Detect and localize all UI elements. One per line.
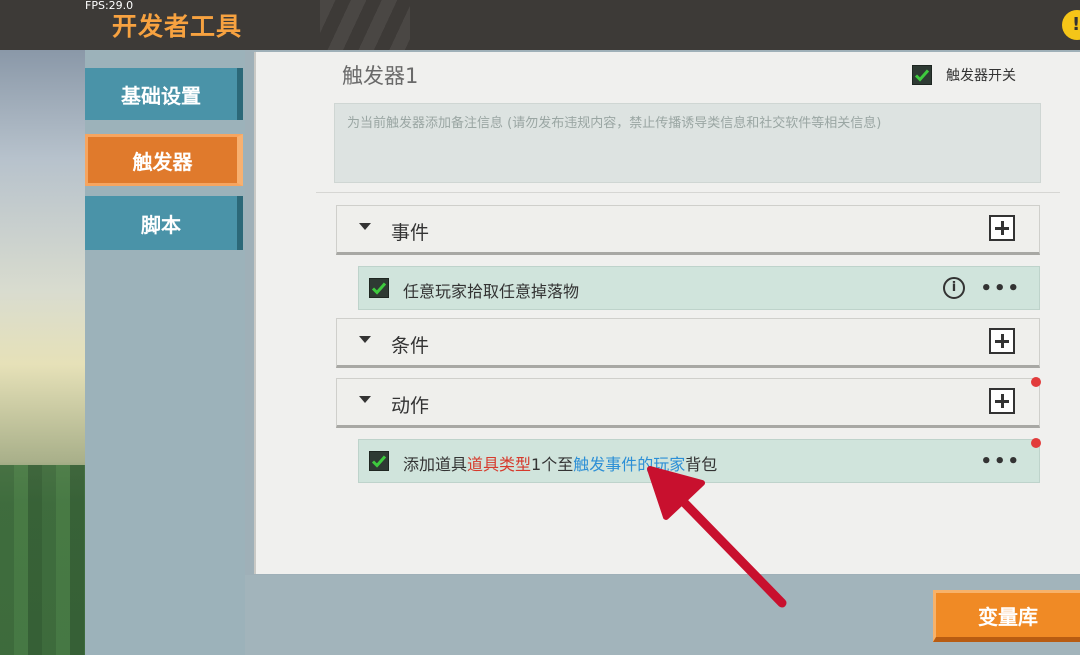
header-stripe: [320, 0, 410, 50]
sidebar-item-label: 触发器: [132, 149, 193, 174]
more-options-icon[interactable]: •••: [980, 451, 1021, 472]
sidebar-item-label: 脚本: [141, 212, 181, 237]
sidebar: 基础设置 触发器 脚本: [85, 50, 245, 655]
sidebar-item-triggers[interactable]: 触发器: [85, 134, 243, 186]
trigger-title: 触发器1: [342, 64, 419, 88]
event-section-header[interactable]: 事件: [336, 205, 1040, 255]
page-title: 开发者工具: [112, 12, 243, 41]
action-text-segment: 1个至: [531, 455, 574, 474]
top-bar: FPS:29.0 开发者工具 !: [0, 0, 1080, 50]
action-text-segment: 添加道具: [403, 455, 468, 474]
item-type-parameter[interactable]: 道具类型: [467, 455, 531, 474]
trigger-switch-label: 触发器开关: [946, 68, 1016, 84]
condition-section-label: 条件: [391, 335, 430, 357]
trigger-note-field[interactable]: 为当前触发器添加备注信息 (请勿发布违规内容，禁止传播诱导类信息和社交软件等相关…: [334, 103, 1041, 183]
trigger-switch[interactable]: 触发器开关: [912, 65, 1016, 85]
event-item-checkbox[interactable]: [369, 278, 389, 298]
sidebar-item-scripts[interactable]: 脚本: [85, 196, 243, 250]
annotation-arrow-icon: [647, 466, 787, 608]
info-icon[interactable]: i: [943, 277, 965, 299]
condition-section-header[interactable]: 条件: [336, 318, 1040, 368]
event-item[interactable]: 任意玩家拾取任意掉落物 i •••: [358, 266, 1040, 310]
action-item-checkbox[interactable]: [369, 451, 389, 471]
collapse-triangle-icon[interactable]: [359, 336, 371, 343]
divider: [316, 192, 1060, 193]
check-icon: [371, 455, 387, 468]
add-event-button[interactable]: [989, 215, 1015, 241]
notification-dot: [1031, 438, 1041, 448]
event-item-text: 任意玩家拾取任意掉落物: [403, 282, 580, 301]
collapse-triangle-icon[interactable]: [359, 396, 371, 403]
help-icon[interactable]: !: [1062, 10, 1080, 40]
event-section-label: 事件: [391, 222, 430, 244]
add-action-button[interactable]: [989, 388, 1015, 414]
trigger-switch-checkbox[interactable]: [912, 65, 932, 85]
sidebar-item-label: 基础设置: [121, 83, 201, 108]
variable-library-button[interactable]: 变量库: [933, 590, 1080, 642]
sidebar-item-basic-settings[interactable]: 基础设置: [85, 68, 243, 120]
check-icon: [371, 282, 387, 295]
add-condition-button[interactable]: [989, 328, 1015, 354]
action-section-label: 动作: [391, 395, 430, 417]
more-options-icon[interactable]: •••: [980, 278, 1021, 299]
check-icon: [914, 69, 930, 82]
terrain: [0, 465, 90, 655]
game-background: [0, 50, 90, 655]
action-section-header[interactable]: 动作: [336, 378, 1040, 428]
collapse-triangle-icon[interactable]: [359, 223, 371, 230]
notification-dot: [1031, 377, 1041, 387]
